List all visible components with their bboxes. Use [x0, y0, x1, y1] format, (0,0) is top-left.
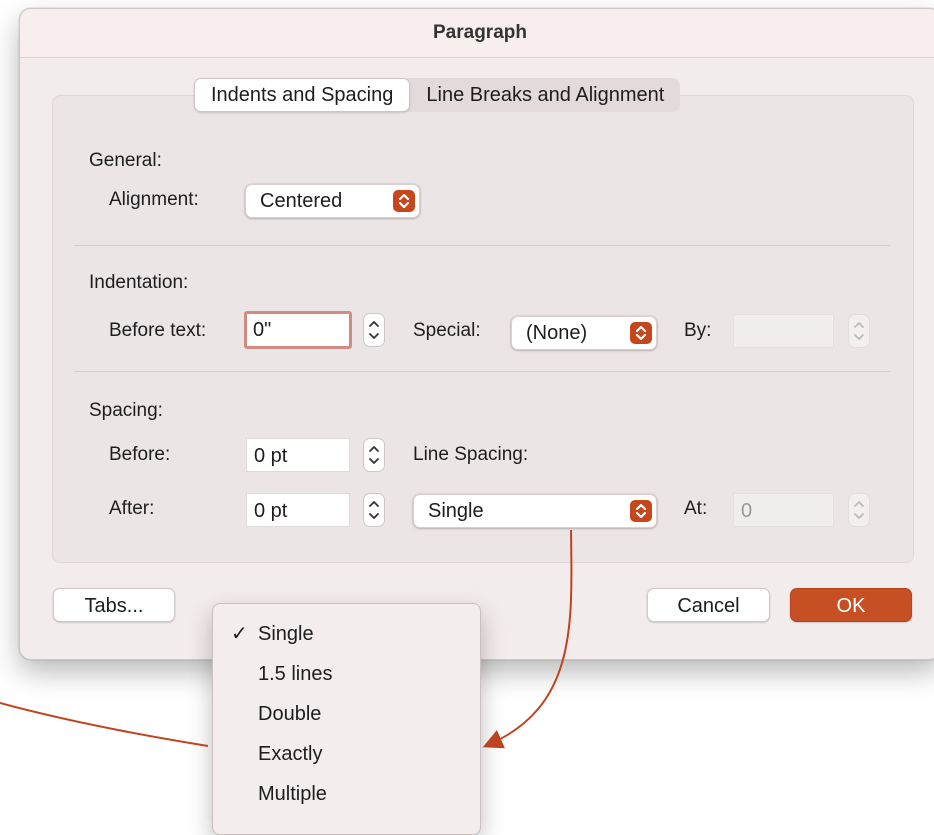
dialog-titlebar: Paragraph: [20, 9, 934, 58]
menu-item-label: Exactly: [258, 743, 323, 765]
at-value: 0: [741, 500, 753, 522]
section-divider: [74, 371, 890, 372]
alignment-label: Alignment:: [109, 189, 199, 210]
chevron-up-down-icon: [630, 500, 652, 522]
menu-item-label: Multiple: [258, 783, 327, 805]
tabs-button[interactable]: Tabs...: [53, 588, 175, 622]
menu-item-double[interactable]: Double: [213, 694, 480, 734]
cancel-button[interactable]: Cancel: [647, 588, 770, 622]
indentation-heading: Indentation:: [89, 272, 189, 293]
stepper-arrows-icon: [369, 501, 379, 519]
at-field[interactable]: 0: [733, 493, 834, 527]
after-stepper[interactable]: [363, 493, 385, 527]
by-stepper[interactable]: [848, 314, 870, 348]
alignment-popup[interactable]: Centered: [245, 184, 420, 218]
tab-line-breaks-and-alignment[interactable]: Line Breaks and Alignment: [410, 78, 680, 112]
menu-item-label: Double: [258, 703, 322, 725]
line-spacing-label: Line Spacing:: [413, 444, 529, 465]
menu-item-single[interactable]: ✓ Single: [213, 614, 480, 654]
special-value: (None): [526, 322, 588, 344]
general-heading: General:: [89, 150, 162, 171]
menu-item-label: Single: [258, 623, 314, 645]
stepper-arrows-icon: [854, 322, 864, 340]
by-field[interactable]: [733, 314, 834, 348]
before-text-stepper[interactable]: [363, 313, 385, 347]
stepper-arrows-icon: [369, 321, 379, 339]
after-label: After:: [109, 498, 155, 519]
line-spacing-value: Single: [428, 500, 484, 522]
chevron-up-down-icon: [630, 322, 652, 344]
ok-button[interactable]: OK: [790, 588, 912, 622]
line-spacing-menu: ✓ Single 1.5 lines Double Exactly Multip…: [212, 603, 481, 835]
checkmark-icon: ✓: [231, 623, 248, 645]
by-label: By:: [684, 320, 712, 341]
before-label: Before:: [109, 444, 171, 465]
dialog-title: Paragraph: [433, 22, 527, 43]
spacing-heading: Spacing:: [89, 400, 163, 421]
line-spacing-popup[interactable]: Single: [413, 494, 657, 528]
at-label: At:: [684, 498, 708, 519]
after-field[interactable]: 0 pt: [246, 493, 350, 527]
before-text-field[interactable]: 0": [244, 311, 352, 349]
before-text-value: 0": [253, 319, 272, 341]
special-popup[interactable]: (None): [511, 316, 657, 350]
special-label: Special:: [413, 320, 481, 341]
annotation-line: [0, 702, 209, 747]
before-field[interactable]: 0 pt: [246, 438, 350, 472]
stepper-arrows-icon: [369, 446, 379, 464]
menu-item-1-5-lines[interactable]: 1.5 lines: [213, 654, 480, 694]
menu-item-multiple[interactable]: Multiple: [213, 774, 480, 814]
chevron-up-down-icon: [393, 190, 415, 212]
before-stepper[interactable]: [363, 438, 385, 472]
menu-item-label: 1.5 lines: [258, 663, 333, 685]
after-value: 0 pt: [254, 500, 288, 522]
menu-item-exactly[interactable]: Exactly: [213, 734, 480, 774]
before-text-label: Before text:: [109, 320, 207, 341]
before-value: 0 pt: [254, 445, 288, 467]
stepper-arrows-icon: [854, 501, 864, 519]
tab-indents-and-spacing[interactable]: Indents and Spacing: [194, 78, 411, 112]
tab-bar: Indents and Spacing Line Breaks and Alig…: [194, 78, 681, 112]
alignment-value: Centered: [260, 190, 343, 212]
at-stepper[interactable]: [848, 493, 870, 527]
section-divider: [74, 245, 890, 246]
